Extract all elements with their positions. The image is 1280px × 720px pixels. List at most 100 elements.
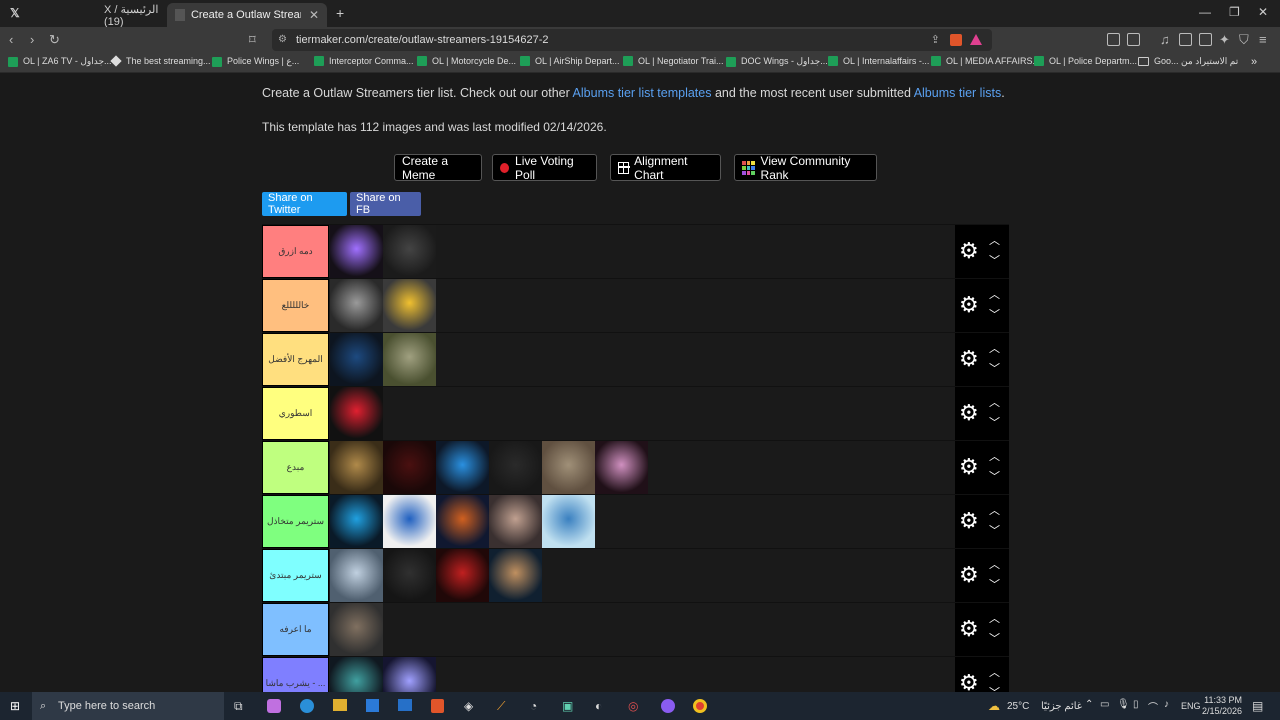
tier-label[interactable]: ما اعرفه [262,603,329,656]
file-explorer-icon[interactable] [333,699,347,711]
edge-icon[interactable] [300,699,314,713]
tier-item-image[interactable] [330,495,383,548]
bookmark-item[interactable]: OL | ZA6 TV - جداول... [8,56,112,67]
brave-shields-icon[interactable] [950,34,962,46]
chevron-up-icon[interactable]: ︿ [989,286,1000,302]
new-tab-button[interactable]: + [336,5,344,21]
windows-start-icon[interactable]: ⊞ [10,699,20,713]
bookmark-folder[interactable]: Goo... تم الاستيراد من [1138,56,1238,67]
battery-icon[interactable]: ▯ [1133,699,1139,710]
leo-ai-icon[interactable]: ✦ [1219,32,1230,48]
bookmark-item[interactable]: OL | Negotiator Trai... [623,56,724,66]
view-community-rank-button[interactable]: View Community Rank [734,154,877,182]
chevron-up-icon[interactable]: ︿ [989,340,1000,356]
chevron-down-icon[interactable]: ﹀ [989,360,1000,376]
bookmark-item[interactable]: OL | AirShip Depart... [520,56,620,66]
copilot-icon[interactable] [267,699,281,713]
chevron-down-icon[interactable]: ﹀ [989,576,1000,592]
close-tab-icon[interactable]: ✕ [309,8,319,22]
task-view-icon[interactable]: ⧉ [234,699,243,714]
brave-rewards-icon[interactable] [970,34,982,45]
chevron-down-icon[interactable]: ﹀ [989,414,1000,430]
tier-item-image[interactable] [383,333,436,386]
tier-label[interactable]: ستريمر متخاذل [262,495,329,548]
tier-label[interactable]: مبدع [262,441,329,494]
alignment-chart-button[interactable]: Alignment Chart [610,154,721,182]
bookmark-page-icon[interactable]: ⌑ [249,32,256,48]
tier-item-image[interactable] [489,549,542,602]
share-icon[interactable]: ⇪ [931,29,940,51]
bookmark-item[interactable]: OL | Motorcycle De... [417,56,516,66]
tier-item-image[interactable] [436,495,489,548]
tier-item-image[interactable] [542,495,595,548]
chevron-down-icon[interactable]: ﹀ [989,630,1000,646]
chevron-up-icon[interactable]: ︿ [989,610,1000,626]
gear-icon[interactable]: ⚙ [959,618,979,640]
chevron-down-icon[interactable]: ﹀ [989,252,1000,268]
restore-icon[interactable]: ❐ [1229,5,1240,19]
bookmark-item[interactable]: Police Wings | ع... [212,56,299,67]
tier-item-image[interactable] [330,387,383,440]
app-icon[interactable]: ▣ [562,699,573,713]
gear-icon[interactable]: ⚙ [959,348,979,370]
gear-icon[interactable]: ⚙ [959,456,979,478]
reload-icon[interactable]: ↻ [49,32,60,48]
tier-item-image[interactable] [383,279,436,332]
gear-icon[interactable]: ⚙ [959,294,979,316]
wallet-icon[interactable] [1199,33,1212,46]
app-icon[interactable]: ◈ [464,699,473,713]
tier-item-image[interactable] [383,441,436,494]
media-icon[interactable]: ♫ [1160,32,1170,47]
store-icon[interactable] [366,699,379,712]
mail-icon[interactable] [398,699,412,711]
tier-item-image[interactable] [436,441,489,494]
discord-icon[interactable] [661,699,675,713]
app-icon[interactable]: ◎ [628,699,638,713]
app-icon[interactable]: ⟋ [497,699,505,714]
tier-item-image[interactable] [330,225,383,278]
chevron-up-icon[interactable]: ︿ [989,664,1000,680]
chevron-up-icon[interactable]: ︿ [989,448,1000,464]
notifications-icon[interactable]: ▤ [1252,699,1263,713]
live-voting-poll-button[interactable]: Live Voting Poll [492,154,597,182]
chevron-down-icon[interactable]: ﹀ [989,306,1000,322]
site-settings-icon[interactable]: ⚙ [278,29,287,51]
chevron-down-icon[interactable]: ﹀ [989,468,1000,484]
more-bookmarks-icon[interactable]: » [1251,56,1257,68]
vpn-icon[interactable]: ⛉ [1239,32,1249,48]
gear-icon[interactable]: ⚙ [959,564,979,586]
tier-item-image[interactable] [330,549,383,602]
tier-item-image[interactable] [383,657,436,692]
wifi-icon[interactable]: ⌒ [1148,699,1158,714]
gear-icon[interactable]: ⚙ [959,402,979,424]
chevron-up-icon[interactable]: ︿ [989,502,1000,518]
tier-item-image[interactable] [330,441,383,494]
app-icon[interactable]: ◔ [530,699,537,713]
tier-item-image[interactable] [330,333,383,386]
volume-icon[interactable]: ♪ [1164,699,1169,710]
microphone-icon[interactable]: 🎙 [1117,699,1130,710]
chevron-up-icon[interactable]: ︿ [989,394,1000,410]
menu-icon[interactable]: ≡ [1259,32,1267,47]
brave-taskbar-icon[interactable] [431,699,444,713]
chrome-icon[interactable] [693,699,707,713]
tier-item-image[interactable] [383,495,436,548]
share-fb-button[interactable]: Share on FB [350,192,421,216]
share-twitter-button[interactable]: Share on Twitter [262,192,347,216]
bookmark-item[interactable]: OL | MEDIA AFFAIRS... [931,56,1040,66]
tier-item-image[interactable] [330,279,383,332]
forward-icon[interactable]: › [30,32,34,47]
tray-chevron-icon[interactable]: ⌃ [1085,699,1093,710]
gear-icon[interactable]: ⚙ [959,672,979,693]
bookmark-item[interactable]: OL | Police Departm... [1034,56,1137,66]
bookmark-item[interactable]: OL | Internalaffairs -... [828,56,929,66]
tier-item-image[interactable] [489,441,542,494]
tab-search-icon[interactable] [1127,33,1140,46]
tier-item-image[interactable] [330,603,383,656]
bookmark-item[interactable]: Interceptor Comma... [314,56,414,66]
taskbar-search-input[interactable]: ⌕ Type here to search [32,692,224,720]
bookmark-item[interactable]: The best streaming... [110,55,211,67]
tier-label[interactable]: دمه ازرق [262,225,329,278]
tier-item-image[interactable] [542,441,595,494]
address-bar[interactable]: ⚙ tiermaker.com/create/outlaw-streamers-… [272,29,992,51]
